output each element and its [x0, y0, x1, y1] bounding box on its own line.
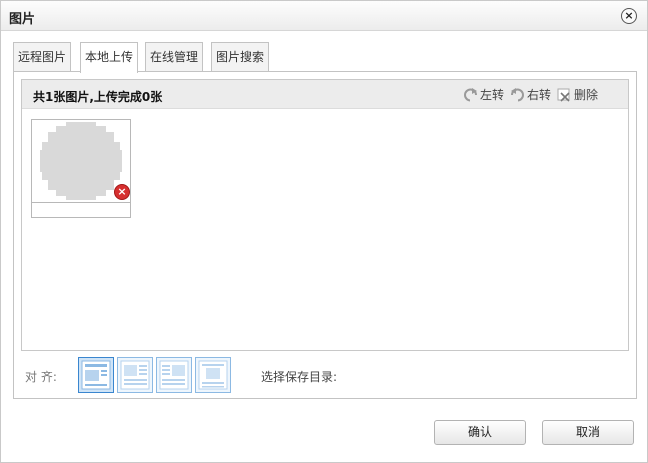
- tab-remote-image[interactable]: 远程图片: [13, 42, 71, 72]
- dialog-title: 图片: [9, 12, 36, 27]
- dialog-titlebar[interactable]: 图片 ×: [1, 1, 647, 31]
- rotate-right-label: 右转: [527, 88, 552, 102]
- confirm-button[interactable]: 确认: [434, 420, 526, 445]
- cancel-button[interactable]: 取消: [542, 420, 634, 445]
- close-icon[interactable]: ×: [621, 8, 637, 24]
- delete-icon: [557, 88, 570, 102]
- align-left-button[interactable]: [117, 357, 153, 393]
- upload-summary: 共1张图片,上传完成0张: [33, 90, 163, 104]
- image-dialog: 图片 × 远程图片 本地上传 在线管理 图片搜索 共1张图片,上传完成0张 左转: [0, 0, 648, 463]
- tab-online-manage[interactable]: 在线管理: [145, 42, 203, 72]
- delete-button[interactable]: 删除: [557, 86, 598, 103]
- rotate-left-icon: [464, 88, 478, 102]
- image-thumbnail[interactable]: ×: [31, 119, 131, 218]
- rotate-left-button[interactable]: 左转: [463, 86, 504, 103]
- delete-label: 删除: [574, 88, 599, 102]
- save-directory-label: 选择保存目录:: [261, 370, 338, 384]
- tab-image-search[interactable]: 图片搜索: [211, 42, 269, 72]
- align-label: 对 齐:: [25, 370, 57, 384]
- thumbnail-caption: [32, 202, 130, 217]
- tab-panel: 共1张图片,上传完成0张 左转 右转 删除 × 对 齐: 选择保存目录:: [13, 71, 637, 399]
- rotate-right-icon: [510, 88, 524, 102]
- tab-local-upload[interactable]: 本地上传: [80, 42, 138, 73]
- align-right-button[interactable]: [156, 357, 192, 393]
- rotate-left-label: 左转: [480, 88, 505, 102]
- rotate-right-button[interactable]: 右转: [510, 86, 551, 103]
- upload-toolbar: 共1张图片,上传完成0张 左转 右转 删除: [22, 80, 628, 109]
- align-center-button[interactable]: [195, 357, 231, 393]
- remove-image-icon[interactable]: ×: [114, 184, 130, 200]
- align-none-button[interactable]: [78, 357, 114, 393]
- upload-area: 共1张图片,上传完成0张 左转 右转 删除 ×: [21, 79, 629, 351]
